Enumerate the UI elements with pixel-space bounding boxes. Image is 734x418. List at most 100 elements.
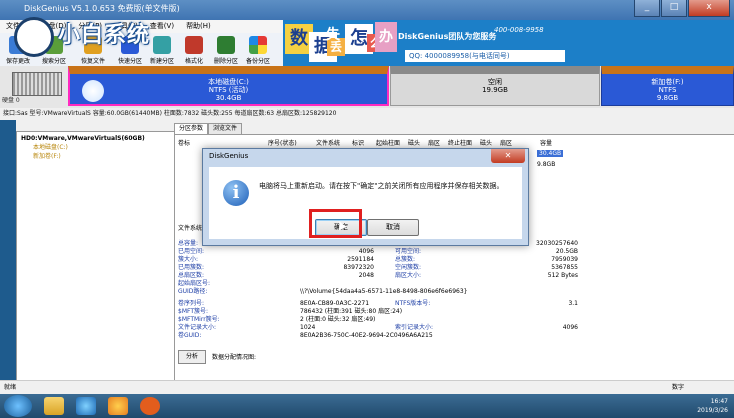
tool-label: 备份分区 xyxy=(245,58,270,65)
browser-icon[interactable] xyxy=(76,397,96,415)
row-capacity: 9.8GB xyxy=(537,161,556,168)
detail-value: 512 Bytes xyxy=(547,272,578,279)
col-header[interactable]: 卷标 xyxy=(178,138,268,147)
detail-label: 卷序列号: xyxy=(178,300,205,307)
detail-label: 已用簇数: xyxy=(178,264,205,271)
disk-tree: HD0:VMware,VMwareVirtualS(60GB) 本地磁盘(C:)… xyxy=(16,131,175,381)
partition-size: 30.4GB xyxy=(215,94,242,102)
tool-label: 搜索分区 xyxy=(41,58,66,65)
analysis-label: 数据分配情况图: xyxy=(212,354,257,361)
close-button[interactable]: x xyxy=(688,0,730,17)
status-right: 数字 xyxy=(672,384,685,391)
minimize-button[interactable]: _ xyxy=(634,0,660,17)
new-partition-icon xyxy=(153,36,171,54)
new-partition-button[interactable]: 新建分区 xyxy=(148,36,176,65)
detail-label: 总簇数: xyxy=(395,256,416,263)
tree-item-f[interactable]: 新加卷(F:) xyxy=(33,152,61,161)
col-header[interactable]: 起始柱面 xyxy=(376,138,408,147)
analyze-button[interactable]: 分析 xyxy=(178,350,206,364)
table-row[interactable]: 30.4GB xyxy=(537,150,564,157)
media-icon[interactable] xyxy=(108,397,128,415)
ad-banner[interactable]: 数 据 丢 失 怎 么 办 DiskGenius团队为您服务 400-008-9… xyxy=(283,20,734,66)
detail-label: 可用空间: xyxy=(395,248,422,255)
detail-label: 卷GUID: xyxy=(178,332,202,339)
col-header[interactable]: 扇区 xyxy=(500,138,540,147)
table-row[interactable]: 9.8GB xyxy=(537,161,555,168)
tool-label: 删除分区 xyxy=(213,58,238,65)
partition-f[interactable]: 新加卷(F:) NTFS 9.8GB xyxy=(601,66,734,106)
detail-label: 索引记录大小: xyxy=(395,324,434,331)
dialog-close-button[interactable]: ✕ xyxy=(491,149,525,163)
maximize-button[interactable]: □ xyxy=(661,0,687,17)
detail-value: 2591184 xyxy=(347,256,374,263)
delete-partition-button[interactable]: 删除分区 xyxy=(212,36,240,65)
menu-help[interactable]: 帮助(H) xyxy=(180,20,217,33)
app-icon[interactable] xyxy=(140,397,160,415)
delete-icon xyxy=(217,36,235,54)
disk-map: 硬盘 0 本地磁盘(C:) NTFS (活动) 30.4GB 空闲 19.9GB… xyxy=(0,66,734,108)
detail-value: 2048 xyxy=(358,272,374,279)
disk-label: 硬盘 0 xyxy=(2,68,64,106)
tool-label: 保存更改 xyxy=(5,58,30,65)
detail-label: NTFS版本号: xyxy=(395,300,431,307)
detail-label: GUID路径: xyxy=(178,288,208,295)
tab-browse-files[interactable]: 浏览文件 xyxy=(208,123,243,134)
detail-label: $MFTMirr簇号: xyxy=(178,316,220,323)
guid-path: \\?\Volume{54daa4a5-6571-11e8-8498-806e6… xyxy=(300,288,468,295)
backup-partition-button[interactable]: 备份分区 xyxy=(244,36,272,65)
tree-disk[interactable]: HD0:VMware,VMwareVirtualS(60GB) xyxy=(21,134,145,143)
detail-value: 20.5GB xyxy=(555,248,578,255)
partition-size: 9.8GB xyxy=(656,94,679,102)
detail-label: 文件记录大小: xyxy=(178,324,217,331)
status-bar: 就绪 数字 xyxy=(0,380,734,394)
detail-value: 5367855 xyxy=(551,264,578,271)
logo-icon xyxy=(14,17,54,57)
banner-phone: 400-008-9958 xyxy=(494,26,544,34)
col-header[interactable]: 磁头 xyxy=(480,138,500,147)
format-icon xyxy=(185,36,203,54)
logo-watermark: 小白系统 xyxy=(58,23,151,48)
taskbar: 16:47 2019/3/26 xyxy=(0,394,734,418)
status-left: 就绪 xyxy=(4,384,17,391)
detail-label: 空闲簇数: xyxy=(395,264,422,271)
tree-item-c[interactable]: 本地磁盘(C:) xyxy=(33,143,68,152)
detail-label: 簇大小: xyxy=(178,256,199,263)
detail-value: 8E0A2B36-750C-40E2-9694-2C0496A6A215 xyxy=(300,332,433,339)
partition-free[interactable]: 空闲 19.9GB xyxy=(390,66,600,106)
tab-partition-params[interactable]: 分区参数 xyxy=(174,123,209,134)
details-section-label: 文件系统 xyxy=(178,225,203,232)
window-controls: _ □ x xyxy=(633,0,730,17)
partition-c[interactable]: 本地磁盘(C:) NTFS (活动) 30.4GB xyxy=(68,66,389,106)
cancel-button[interactable]: 取消 xyxy=(367,219,419,236)
dialog-title: DiskGenius xyxy=(209,152,249,160)
col-header[interactable]: 磁头 xyxy=(408,138,428,147)
detail-value: 4096 xyxy=(358,248,374,255)
table-header: 卷标 序号(状态) 文件系统 标识 起始柱面 磁头 扇区 终止柱面 磁头 扇区 容量 xyxy=(178,138,570,147)
partition-fs: NTFS (活动) xyxy=(208,86,249,94)
col-header[interactable]: 序号(状态) xyxy=(268,138,316,147)
disk-info-bar: 接口:Sas 型号:VMwareVirtualS 容量:60.0GB(61440… xyxy=(3,110,337,117)
col-header[interactable]: 标识 xyxy=(352,138,376,147)
tool-label: 格式化 xyxy=(184,58,203,65)
windows-icon xyxy=(82,80,104,102)
partition-name: 新加卷(F:) xyxy=(651,78,684,86)
details-mid-labels: 可用空间: 总簇数: 空闲簇数: 扇区大小: xyxy=(395,248,421,280)
detail-value: 83972320 xyxy=(343,264,374,271)
desktop-edge xyxy=(0,120,16,380)
partition-name: 空闲 xyxy=(488,78,502,86)
format-button[interactable]: 格式化 xyxy=(180,36,208,65)
system-tray[interactable]: 16:47 2019/3/26 xyxy=(697,397,728,415)
col-header[interactable]: 文件系统 xyxy=(316,138,352,147)
detail-value: 7959039 xyxy=(551,256,578,263)
start-button[interactable] xyxy=(4,395,32,417)
explorer-icon[interactable] xyxy=(44,397,64,415)
col-header[interactable]: 容量 xyxy=(540,138,570,147)
col-header[interactable]: 扇区 xyxy=(428,138,448,147)
tool-label: 快速分区 xyxy=(117,58,142,65)
disk-label-text: 硬盘 0 xyxy=(2,97,20,104)
details-ntfs-values: 3.1 4096 xyxy=(560,300,578,332)
col-header[interactable]: 终止柱面 xyxy=(448,138,480,147)
banner-brand: DiskGenius团队为您服务 xyxy=(398,32,497,41)
banner-char: 办 xyxy=(375,22,397,52)
restart-dialog: DiskGenius ✕ i 电脑将马上重新启动。请在按下"确定"之前关闭所有应… xyxy=(202,148,529,246)
